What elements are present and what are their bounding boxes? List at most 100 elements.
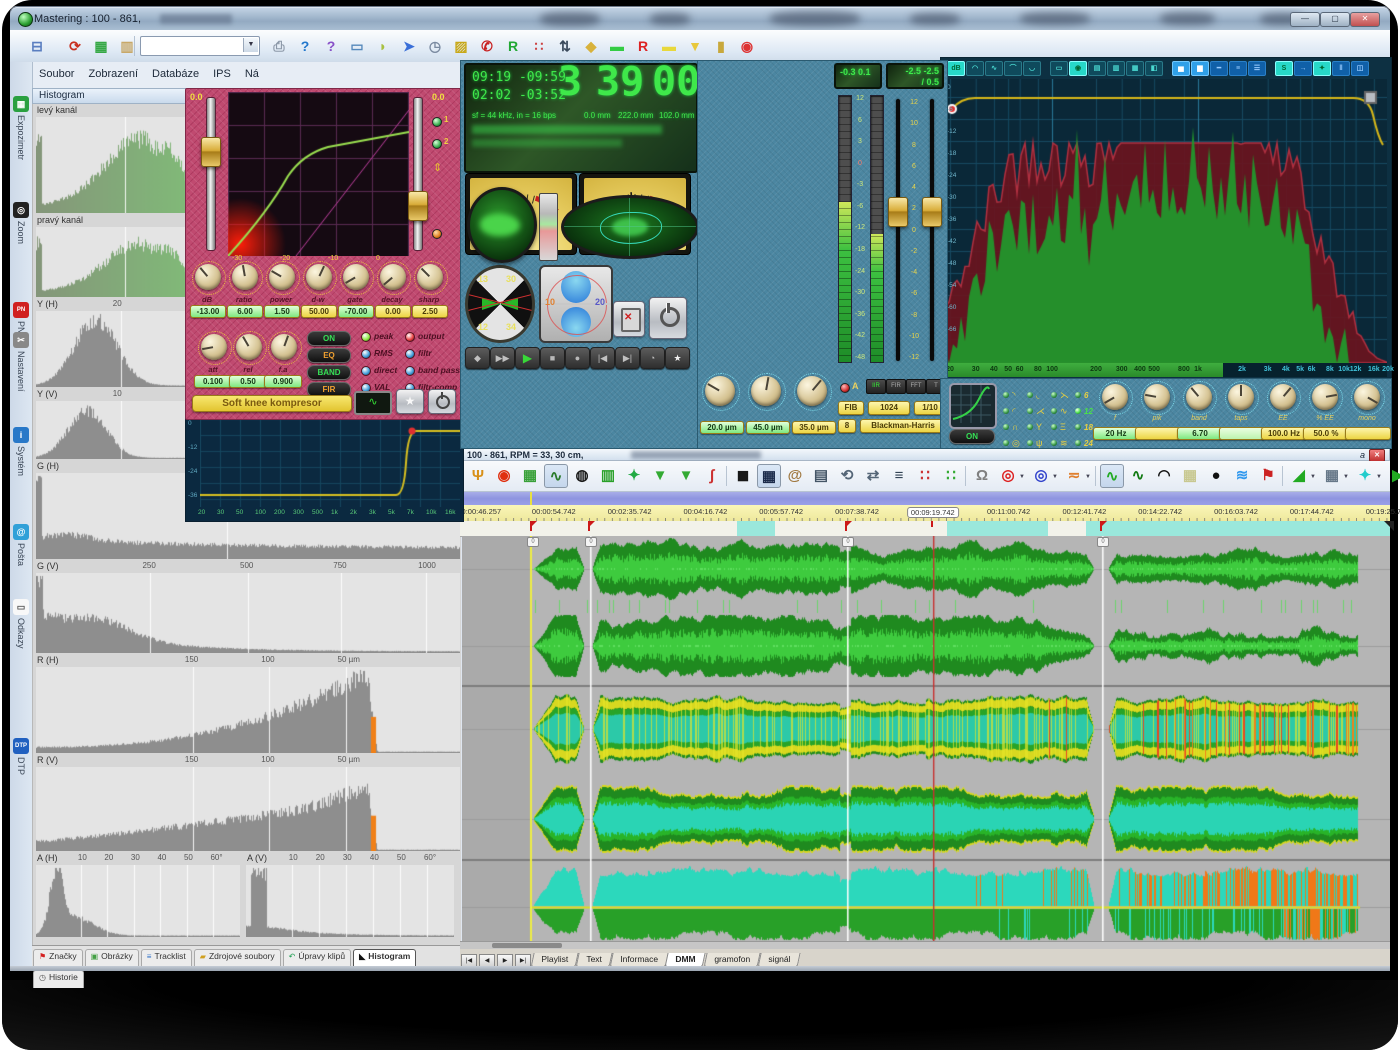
filter-type-cell[interactable]: Ξ (1051, 417, 1073, 431)
menu-item[interactable]: IPS (213, 68, 231, 80)
sidebar-item-expozimetr[interactable]: ▦Expozimetr (11, 96, 31, 165)
filter-type-cell[interactable]: ⋋ (1051, 385, 1073, 399)
red-dots-icon[interactable]: ∷ (913, 464, 937, 488)
sidebar-item-dtp[interactable]: DTPDTP (11, 738, 31, 780)
record-button[interactable]: ● (565, 347, 590, 369)
spectrum-toolbar-button-1[interactable]: ◠ (966, 61, 984, 76)
window-function-button[interactable]: Blackman-Harris (860, 419, 946, 433)
toggle-eq[interactable]: EQ (307, 348, 351, 363)
comp-knob-ratio[interactable] (229, 261, 263, 295)
tab-značky[interactable]: ⚑Značky (33, 949, 83, 967)
dropdown-caret-icon[interactable]: ▼ (1376, 474, 1382, 480)
spectrum-toolbar-button-19[interactable]: ‖ (1332, 61, 1350, 76)
spectrum-toolbar-button-7[interactable]: ▤ (1088, 61, 1106, 76)
comp-knob-att[interactable] (198, 331, 232, 365)
comp-knob-decay[interactable] (377, 261, 411, 295)
spectrum-toolbar-button-18[interactable]: ✦ (1313, 61, 1331, 76)
vca-icon[interactable]: ▦ (757, 464, 781, 488)
loop-icon[interactable]: ⟲ (835, 464, 859, 488)
comp-knob-f.a[interactable] (268, 331, 302, 365)
toggle-on[interactable]: ON (307, 331, 351, 346)
matrix-icon[interactable]: ∷ (528, 35, 550, 57)
minimize-button[interactable]: — (1290, 12, 1320, 27)
spectrum-toolbar-button-15[interactable]: ☰ (1248, 61, 1266, 76)
overview-cursor[interactable] (530, 492, 532, 505)
ffwd-button[interactable]: ▶▶ (490, 347, 515, 369)
marker-strip[interactable] (460, 521, 1390, 537)
snail-icon[interactable]: @ (783, 464, 807, 488)
tab-historie[interactable]: ◷Historie (33, 970, 84, 988)
spectrum-toolbar-button-13[interactable]: ━ (1210, 61, 1228, 76)
marker-flag[interactable] (845, 521, 847, 531)
screen-icon[interactable]: ▭ (346, 35, 368, 57)
spectrum-toolbar-button-4[interactable]: ◡ (1023, 61, 1041, 76)
output-fader-track[interactable] (413, 97, 423, 251)
step-icon[interactable]: ∫ (700, 464, 724, 488)
filter-type-cell[interactable]: ◝ (1003, 385, 1025, 399)
menu-item[interactable]: Zobrazení (88, 68, 138, 80)
filter-type-cell[interactable]: ⋌ (1027, 401, 1049, 415)
spectrum-toolbar-button-14[interactable]: ≡ (1229, 61, 1247, 76)
calculator-icon[interactable]: ▦ (1320, 464, 1344, 488)
orange-dash-icon[interactable]: ≂ (1062, 464, 1086, 488)
eq-knob-pik[interactable] (1141, 381, 1175, 415)
spectrum-canvas[interactable] (945, 79, 1387, 363)
next-button[interactable]: ▶| (615, 347, 640, 369)
record-icon[interactable]: ◉ (736, 35, 758, 57)
play-button[interactable]: ▶ (515, 347, 540, 369)
filter-mode-b3[interactable]: FFT (906, 379, 926, 394)
save-icon[interactable]: ▦ (518, 464, 542, 488)
updown-icon[interactable]: ⇕ (433, 161, 442, 174)
eq-curve-button[interactable] (949, 383, 997, 429)
speed-button[interactable]: ◔ (640, 347, 665, 369)
comp-knob-gate[interactable] (340, 261, 374, 295)
r-green-icon[interactable]: R (502, 35, 524, 57)
spectrum-toolbar-button-17[interactable]: → (1294, 61, 1312, 76)
sidebar-item-systém[interactable]: iSystém (11, 427, 31, 481)
lock-icon[interactable]: ◆ (580, 35, 602, 57)
clip-tag[interactable]: () (585, 537, 597, 547)
printer-icon[interactable]: ⎙ (268, 35, 290, 57)
toggle-band[interactable]: BAND (307, 365, 351, 380)
drop-right-icon[interactable]: ▼ (674, 464, 698, 488)
menu-item[interactable]: Soubor (39, 68, 74, 80)
stop-button[interactable]: ■ (540, 347, 565, 369)
exchange-icon[interactable]: ⇄ (861, 464, 885, 488)
output-fader-handle[interactable] (408, 191, 428, 221)
dropdown-caret-icon[interactable]: ▼ (1019, 474, 1025, 480)
phone-icon[interactable]: ✆ (476, 35, 498, 57)
eq-knob-% EE[interactable] (1309, 381, 1343, 415)
fib-button[interactable]: FIB (838, 401, 864, 415)
power-button[interactable] (649, 297, 687, 339)
h-scrollbar-thumb[interactable] (492, 943, 562, 948)
overview-strip[interactable] (460, 492, 1390, 506)
menu-item[interactable]: Databáze (152, 68, 199, 80)
wave2-icon[interactable]: ∿ (1126, 464, 1150, 488)
timeline-ruler[interactable]: -00:00:46.25700:00:54.74200:02:35.74200:… (460, 505, 1390, 522)
prev-button[interactable]: |◀ (590, 347, 615, 369)
green-button-icon[interactable]: ▬ (606, 35, 628, 57)
filter-type-cell[interactable]: ψ (1027, 433, 1049, 447)
lights-icon[interactable]: ▦ (1178, 464, 1202, 488)
gold-columns-icon[interactable]: ▮ (710, 35, 732, 57)
spectrum-toolbar-button-10[interactable]: ◧ (1145, 61, 1163, 76)
fft-size-button[interactable]: 1024 (868, 401, 910, 415)
filter-type-cell[interactable]: Y (1027, 417, 1049, 431)
comp-knob-d-w[interactable] (303, 261, 337, 295)
filter-type-cell[interactable]: ◜ (1003, 401, 1025, 415)
input-fader-track[interactable] (206, 97, 216, 251)
eject-button[interactable]: ✕ (613, 301, 645, 337)
gain-fader-handle[interactable] (922, 197, 942, 227)
record-arm-icon[interactable]: ● (1204, 464, 1228, 488)
drop-left-icon[interactable]: ▼ (648, 464, 672, 488)
monitor-wave-icon[interactable]: ∿ (1100, 464, 1124, 488)
refresh-icon[interactable]: ⟳ (64, 35, 86, 57)
clip-tag[interactable]: () (842, 537, 854, 547)
sliders-icon[interactable]: ⇅ (554, 35, 576, 57)
eq-knob-taps[interactable] (1225, 381, 1259, 415)
preset-button[interactable]: Soft knee kompresor (192, 395, 352, 412)
slope-cell[interactable]: 6 (1075, 385, 1101, 399)
dropdown-caret-icon[interactable]: ▼ (1052, 474, 1058, 480)
dropdown-caret-icon[interactable]: ▼ (1310, 474, 1316, 480)
close-button[interactable]: ✕ (1350, 12, 1380, 27)
